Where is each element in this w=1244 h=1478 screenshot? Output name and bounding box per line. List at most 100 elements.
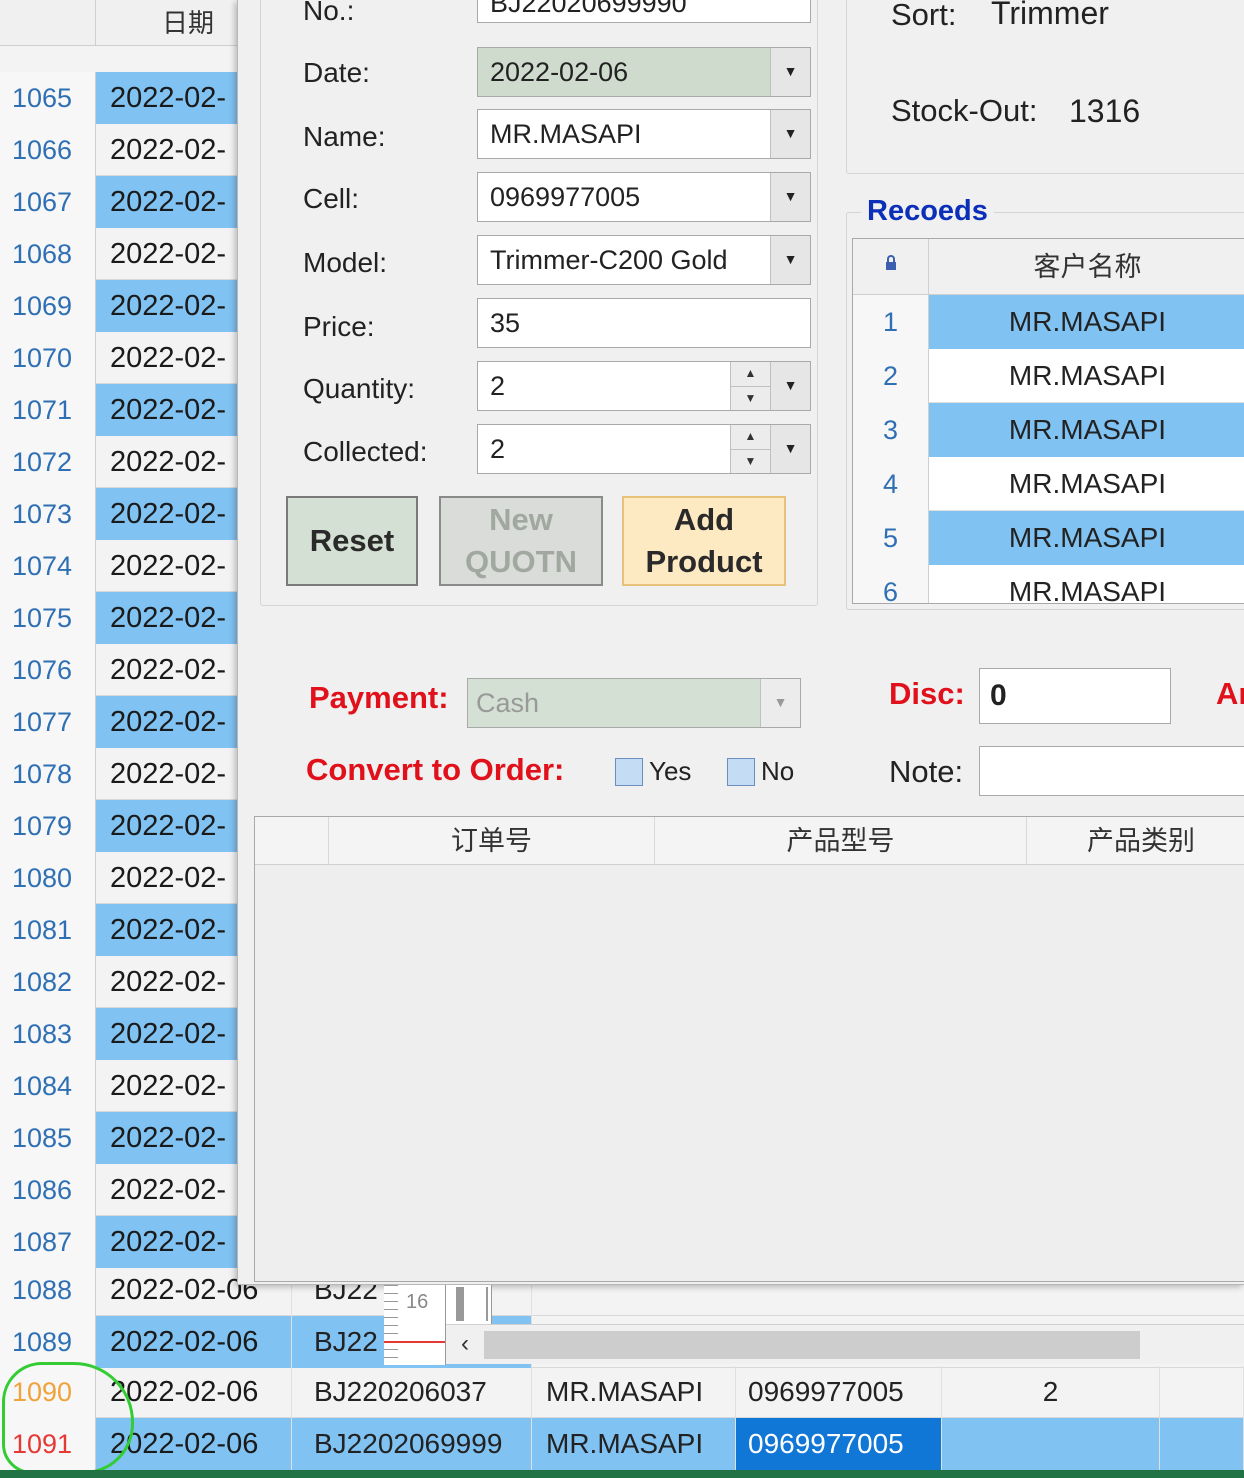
record-customer-name[interactable]: MR.MASAPI — [929, 457, 1244, 511]
table-row[interactable]: 1091 2022-02-06 BJ2202069999 MR.MASAPI 0… — [0, 1418, 1244, 1470]
checkbox-box[interactable] — [727, 757, 755, 786]
empty-cell[interactable] — [1160, 1366, 1244, 1418]
customer-name-column-header[interactable]: 客户名称 — [929, 239, 1244, 295]
list-item[interactable]: 6 MR.MASAPI — [853, 565, 1244, 603]
list-item[interactable]: 5 MR.MASAPI — [853, 511, 1244, 565]
order-no-cell[interactable]: BJ2202069999 — [292, 1418, 532, 1470]
row-number-header[interactable] — [0, 0, 96, 46]
row-number[interactable]: 1085 — [0, 1112, 96, 1164]
add-product-line1: Add — [673, 502, 735, 537]
list-item[interactable]: 1 MR.MASAPI — [853, 295, 1244, 349]
product-category-column-header[interactable]: 产品类别 — [1026, 817, 1244, 865]
row-number[interactable]: 1076 — [0, 644, 96, 696]
date-label: Date: — [303, 57, 370, 88]
list-item[interactable]: 2 MR.MASAPI — [853, 349, 1244, 403]
scrollbar-thumb[interactable] — [484, 1331, 1140, 1359]
table-row[interactable]: 1090 2022-02-06 BJ220206037 MR.MASAPI 09… — [0, 1366, 1244, 1418]
no-field[interactable]: BJ22020699990 — [477, 0, 811, 23]
phone-cell[interactable]: 0969977005 — [736, 1366, 942, 1418]
yes-checkbox[interactable]: Yes — [615, 756, 691, 787]
spin-up-icon[interactable]: ▲ — [731, 425, 770, 449]
row-number[interactable]: 1065 — [0, 72, 96, 124]
price-input[interactable]: 35 — [477, 298, 811, 348]
product-model-column-header[interactable]: 产品型号 — [654, 817, 1026, 865]
record-customer-name[interactable]: MR.MASAPI — [929, 403, 1244, 457]
record-number[interactable]: 6 — [853, 565, 929, 603]
row-number[interactable]: 1075 — [0, 592, 96, 644]
collected-spin-buttons[interactable]: ▲ ▼ — [730, 425, 770, 473]
row-number[interactable]: 1087 — [0, 1216, 96, 1268]
horizontal-scrollbar[interactable]: ‹ — [446, 1324, 1244, 1364]
records-table[interactable]: 客户名称 1 MR.MASAPI 2 MR.MASAPI 3 MR.MASAPI 4 MR.M… — [852, 238, 1244, 604]
date-cell[interactable]: 2022-02-06 — [96, 1316, 292, 1368]
record-customer-name[interactable]: MR.MASAPI — [929, 295, 1244, 349]
row-number[interactable]: 1080 — [0, 852, 96, 904]
row-number[interactable]: 1086 — [0, 1164, 96, 1216]
list-item[interactable]: 4 MR.MASAPI — [853, 457, 1244, 511]
row-number[interactable]: 1088 — [0, 1264, 96, 1316]
row-number[interactable]: 1082 — [0, 956, 96, 1008]
record-number[interactable]: 5 — [853, 511, 929, 565]
row-number[interactable]: 1078 — [0, 748, 96, 800]
cell-combobox[interactable]: 0969977005 ▼ — [477, 172, 811, 222]
row-number[interactable]: 1066 — [0, 124, 96, 176]
row-number[interactable]: 1071 — [0, 384, 96, 436]
model-combobox[interactable]: Trimmer-C200 Gold ▼ — [477, 235, 811, 285]
record-customer-name[interactable]: MR.MASAPI — [929, 349, 1244, 403]
chevron-down-icon[interactable]: ▼ — [770, 362, 810, 410]
row-number[interactable]: 1083 — [0, 1008, 96, 1060]
spin-down-icon[interactable]: ▼ — [731, 449, 770, 473]
row-number[interactable]: 1073 — [0, 488, 96, 540]
record-number[interactable]: 3 — [853, 403, 929, 457]
row-number[interactable]: 1089 — [0, 1316, 96, 1368]
record-number[interactable]: 1 — [853, 295, 929, 349]
green-annotation-circle — [2, 1362, 134, 1474]
spin-up-icon[interactable]: ▲ — [731, 362, 770, 386]
reset-button[interactable]: Reset — [286, 496, 418, 586]
scroll-left-icon[interactable]: ‹ — [450, 1329, 480, 1361]
products-grid[interactable]: 订单号 产品型号 产品类别 — [254, 816, 1244, 1282]
row-number[interactable]: 1070 — [0, 332, 96, 384]
row-number[interactable]: 1081 — [0, 904, 96, 956]
collected-stepper[interactable]: 2 ▲ ▼ ▼ — [477, 424, 811, 474]
row-number[interactable]: 1084 — [0, 1060, 96, 1112]
row-number[interactable]: 1069 — [0, 280, 96, 332]
order-no-cell[interactable]: BJ220206037 — [292, 1366, 532, 1418]
record-number[interactable]: 4 — [853, 457, 929, 511]
quantity-cell[interactable]: 2 — [942, 1366, 1160, 1418]
note-input[interactable] — [979, 746, 1244, 796]
row-number[interactable]: 1077 — [0, 696, 96, 748]
quantity-cell[interactable] — [942, 1418, 1160, 1470]
chevron-down-icon[interactable]: ▼ — [770, 425, 810, 473]
chevron-down-icon[interactable]: ▼ — [770, 110, 810, 158]
record-customer-name[interactable]: MR.MASAPI — [929, 511, 1244, 565]
date-picker[interactable]: 2022-02-06 ▼ — [477, 47, 811, 97]
list-item[interactable]: 3 MR.MASAPI — [853, 403, 1244, 457]
row-number[interactable]: 1072 — [0, 436, 96, 488]
record-number[interactable]: 2 — [853, 349, 929, 403]
spin-down-icon[interactable]: ▼ — [731, 386, 770, 410]
new-quotn-button[interactable]: New QUOTN — [439, 496, 603, 586]
record-customer-name[interactable]: MR.MASAPI — [929, 565, 1244, 603]
chevron-down-icon[interactable]: ▼ — [770, 48, 810, 96]
order-no-column-header[interactable]: 订单号 — [328, 817, 654, 865]
customer-name-cell[interactable]: MR.MASAPI — [532, 1418, 736, 1470]
name-combobox[interactable]: MR.MASAPI ▼ — [477, 109, 811, 159]
disc-input[interactable]: 0 — [979, 668, 1171, 724]
checkbox-box[interactable] — [615, 757, 643, 786]
row-number[interactable]: 1074 — [0, 540, 96, 592]
chevron-down-icon[interactable]: ▼ — [770, 173, 810, 221]
no-checkbox[interactable]: No — [727, 756, 794, 787]
quantity-stepper[interactable]: 2 ▲ ▼ ▼ — [477, 361, 811, 411]
customer-name-cell[interactable]: MR.MASAPI — [532, 1366, 736, 1418]
chevron-down-icon[interactable]: ▼ — [770, 236, 810, 284]
empty-cell[interactable] — [1160, 1418, 1244, 1470]
add-product-button[interactable]: Add Product — [622, 496, 786, 586]
row-number[interactable]: 1067 — [0, 176, 96, 228]
quantity-spin-buttons[interactable]: ▲ ▼ — [730, 362, 770, 410]
row-number[interactable]: 1079 — [0, 800, 96, 852]
phone-cell-selected[interactable]: 0969977005 — [736, 1418, 942, 1470]
payment-select[interactable]: Cash ▼ — [467, 678, 801, 728]
chevron-down-icon[interactable]: ▼ — [760, 679, 800, 727]
row-number[interactable]: 1068 — [0, 228, 96, 280]
